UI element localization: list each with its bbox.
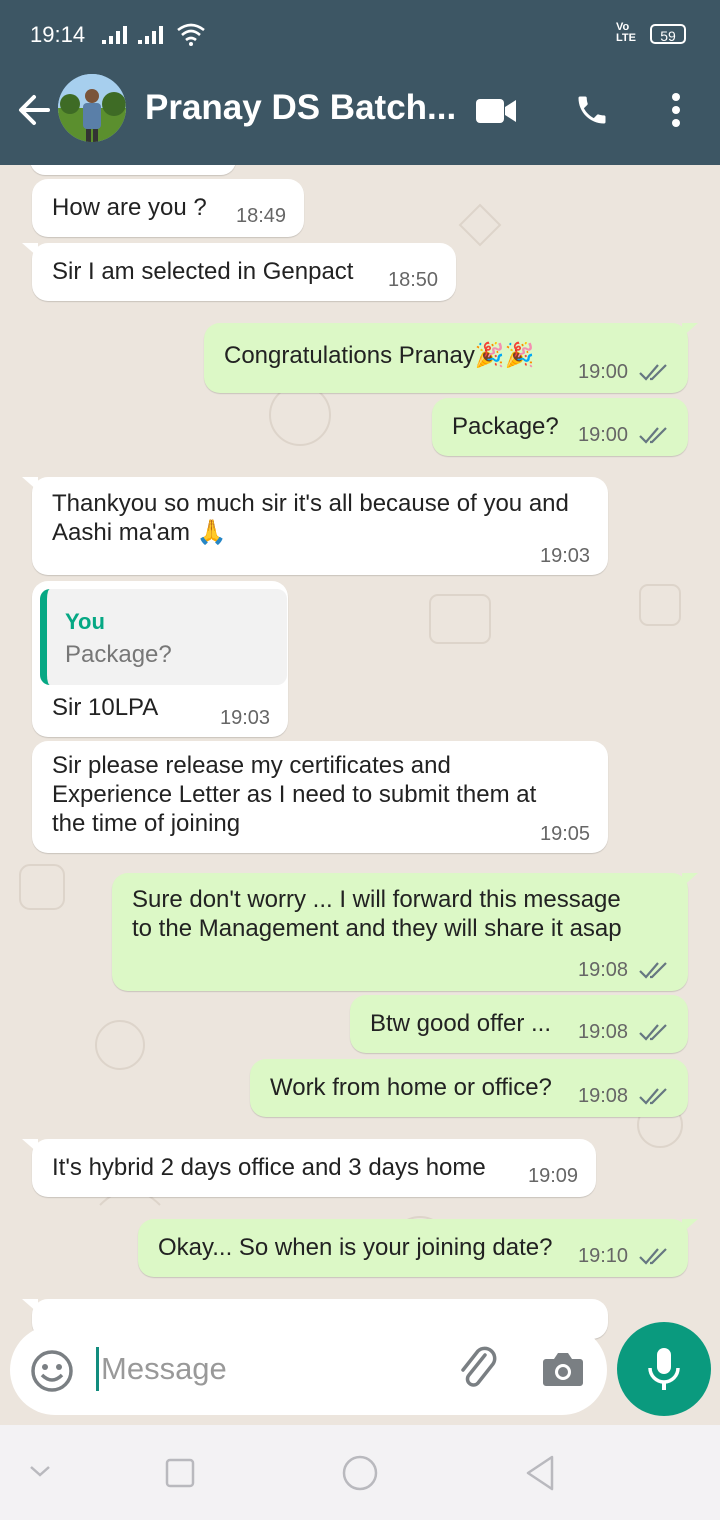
incoming-message[interactable]: Thankyou so much sir it's all because of… (22, 477, 608, 575)
incoming-message[interactable]: Sir I am selected in Genpact 18:50 (22, 243, 456, 301)
home-icon[interactable] (340, 1453, 380, 1493)
message-text: Sir 10LPA (52, 694, 159, 721)
status-time: 19:14 (30, 22, 86, 47)
camera-icon[interactable] (540, 1347, 586, 1391)
message-input[interactable] (96, 1347, 431, 1391)
message-time: 19:08 (578, 1085, 629, 1107)
chat-area[interactable]: How are you ? 18:49 Sir I am selected in… (0, 165, 720, 1425)
system-nav-bar (0, 1425, 720, 1520)
back-nav-icon[interactable] (522, 1453, 558, 1493)
message-composer (10, 1325, 607, 1415)
more-options-icon[interactable] (668, 92, 684, 128)
collapse-icon[interactable] (28, 1463, 52, 1479)
battery-indicator: 59 (650, 24, 686, 44)
double-check-icon (639, 962, 667, 979)
message-bubble-partial[interactable] (30, 165, 236, 175)
message-text: It's hybrid 2 days office and 3 days hom… (52, 1154, 486, 1181)
message-text: Work from home or office? (270, 1074, 552, 1101)
incoming-message[interactable]: Sir please release my certificates and E… (32, 741, 608, 853)
message-time: 19:03 (540, 545, 591, 567)
message-time: 18:50 (388, 269, 439, 291)
outgoing-message[interactable]: Package? 19:00 (432, 398, 688, 456)
chat-title[interactable]: Pranay DS Batch... (145, 88, 456, 128)
message-time: 19:10 (578, 1245, 629, 1267)
message-time: 19:00 (578, 361, 629, 383)
double-check-icon (639, 364, 667, 381)
emoji-icon[interactable] (30, 1349, 74, 1393)
message-text: Congratulations Pranay🎉🎉 (224, 342, 535, 369)
status-bar: 19:14 Vo LTE 59 (0, 0, 720, 70)
message-time: 18:49 (236, 205, 287, 227)
message-text: How are you ? (52, 194, 207, 221)
signal-icon-2 (138, 26, 163, 44)
outgoing-message[interactable]: Sure don't worry ... I will forward this… (112, 873, 698, 991)
message-time: 19:05 (540, 823, 591, 845)
message-text: Sir please release my certificates and E… (52, 752, 537, 837)
message-time: 19:00 (578, 424, 629, 446)
recents-icon[interactable] (164, 1457, 196, 1489)
quoted-message[interactable]: You Package? (40, 589, 287, 685)
message-time: 19:08 (578, 959, 629, 981)
video-call-icon[interactable] (474, 96, 518, 126)
message-time: 19:08 (578, 1021, 629, 1043)
outgoing-message[interactable]: Congratulations Pranay🎉🎉 19:00 (204, 323, 698, 393)
attach-icon[interactable] (455, 1345, 501, 1391)
mic-button[interactable] (617, 1322, 711, 1416)
quote-author: You (65, 609, 105, 634)
outgoing-message[interactable]: Okay... So when is your joining date? 19… (138, 1219, 698, 1277)
outgoing-message[interactable]: Btw good offer ... 19:08 (350, 995, 688, 1053)
message-text: Btw good offer ... (370, 1010, 551, 1037)
double-check-icon (639, 1088, 667, 1105)
message-text: Okay... So when is your joining date? (158, 1234, 553, 1261)
mic-icon (648, 1348, 680, 1390)
volte-indicator: Vo LTE (616, 21, 636, 44)
back-arrow-icon[interactable] (16, 92, 52, 128)
double-check-icon (639, 1248, 667, 1265)
message-text: Sir I am selected in Genpact (52, 258, 354, 285)
message-time: 19:09 (528, 1165, 579, 1187)
double-check-icon (639, 1024, 667, 1041)
message-text: Sure don't worry ... I will forward this… (132, 886, 622, 942)
incoming-reply-message[interactable]: You Package? Sir 10LPA 19:03 (32, 581, 288, 737)
incoming-message[interactable]: It's hybrid 2 days office and 3 days hom… (22, 1139, 596, 1197)
avatar[interactable] (58, 74, 126, 142)
message-text: Thankyou so much sir it's all because of… (52, 490, 569, 546)
phone-icon[interactable] (574, 92, 610, 128)
outgoing-message[interactable]: Work from home or office? 19:08 (250, 1059, 688, 1117)
wifi-icon (177, 23, 205, 46)
chat-header: Pranay DS Batch... (0, 70, 720, 165)
message-time: 19:03 (220, 707, 271, 729)
incoming-message[interactable]: How are you ? 18:49 (32, 179, 304, 237)
quote-text: Package? (65, 641, 172, 668)
signal-icon (102, 26, 127, 44)
message-text: Package? (452, 413, 559, 440)
double-check-icon (639, 427, 667, 444)
